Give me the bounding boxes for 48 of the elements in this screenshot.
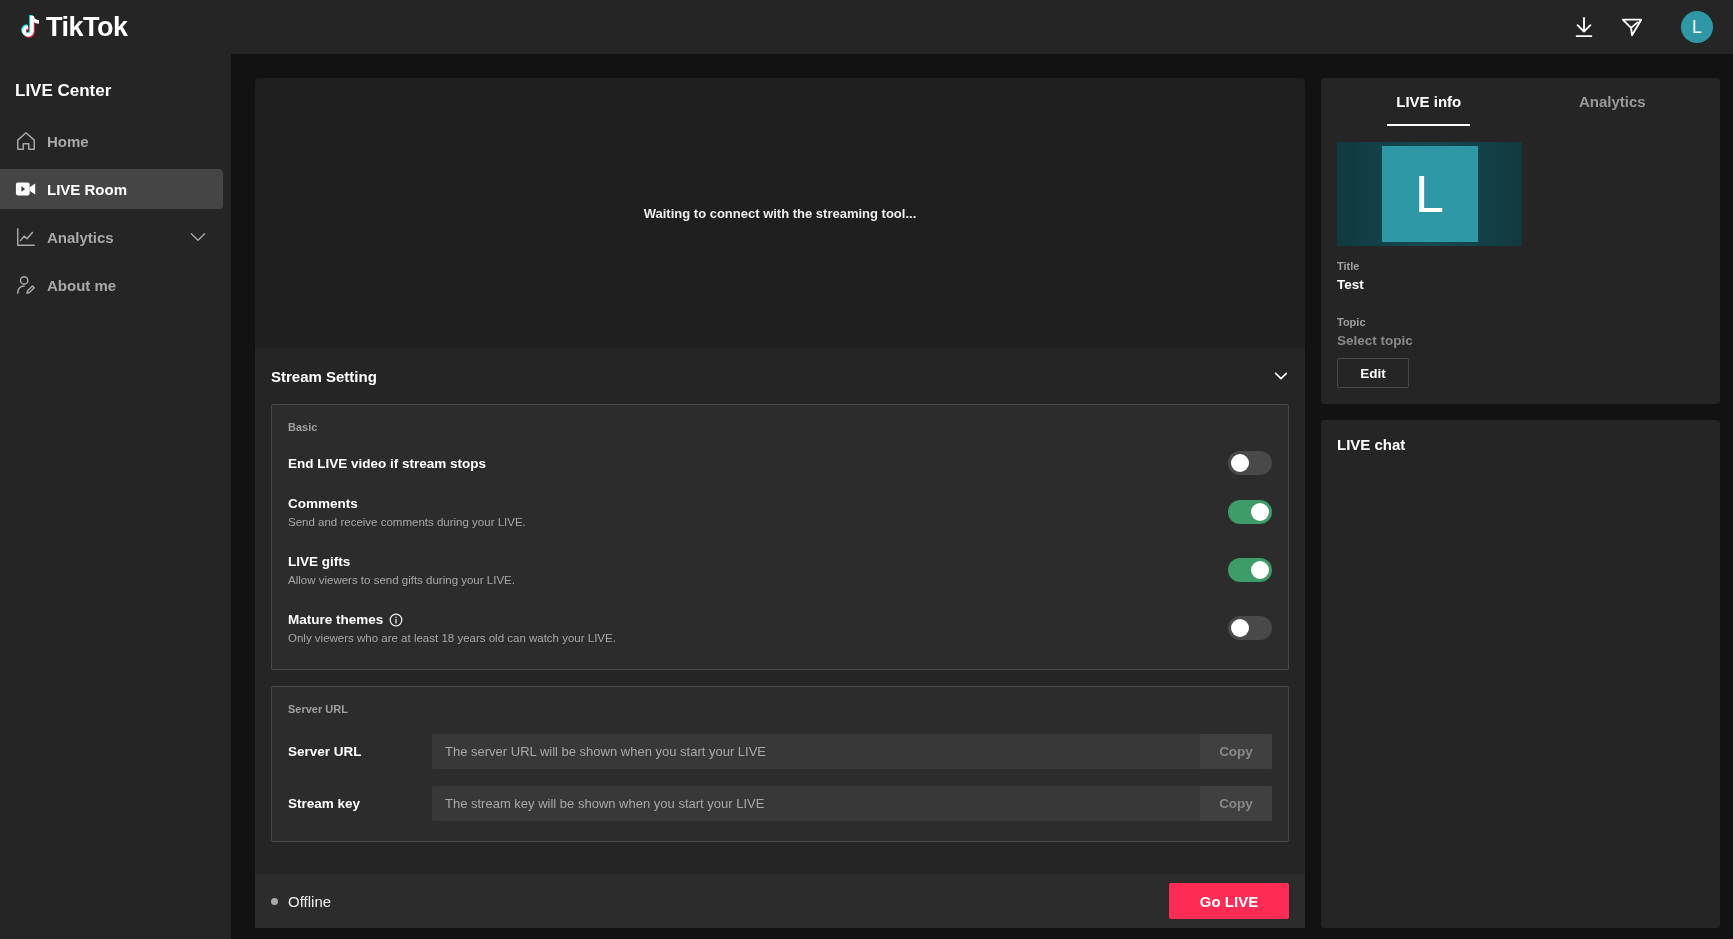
- cover-image[interactable]: L: [1337, 142, 1522, 246]
- chat-title: LIVE chat: [1337, 436, 1407, 453]
- status-dot: [271, 897, 278, 905]
- download-icon[interactable]: [1573, 16, 1595, 38]
- setting-description: Send and receive comments during your LIVE.: [288, 516, 526, 528]
- send-icon[interactable]: [1621, 16, 1643, 38]
- setting-description: Only viewers who are at least 18 years old can watch your LIVE.: [288, 632, 616, 644]
- read-only-field[interactable]: The server URL will be shown when you start your LIVE Copy: [432, 733, 1272, 769]
- field-label: Title: [1337, 260, 1361, 272]
- setting-label: LIVE gifts: [288, 554, 351, 569]
- home-icon: [15, 130, 37, 152]
- sidebar-item[interactable]: About me: [0, 265, 223, 305]
- copy-button[interactable]: Copy: [1200, 733, 1272, 769]
- topic-value[interactable]: Select topic: [1337, 333, 1704, 348]
- music-note-logo-icon: [20, 14, 42, 40]
- toggle-switch[interactable]: [1228, 616, 1272, 640]
- preview-message: Waiting to connect with the streaming tool...: [643, 205, 917, 221]
- group-heading: Basic: [288, 421, 319, 433]
- setting-label: Comments: [288, 496, 358, 511]
- tab[interactable]: Analytics: [1569, 78, 1655, 126]
- person-icon: [15, 274, 37, 296]
- info-icon[interactable]: [389, 612, 404, 627]
- setting-description: Allow viewers to send gifts during your LIVE.: [288, 574, 515, 586]
- setting-label: Mature themes: [288, 612, 384, 627]
- copy-button[interactable]: Copy: [1200, 785, 1272, 821]
- cover-letter: L: [1381, 146, 1478, 242]
- sidebar-title: LIVE Center: [14, 81, 113, 101]
- tab[interactable]: LIVE info: [1387, 78, 1471, 126]
- toggle-switch[interactable]: [1228, 500, 1272, 524]
- sidebar-item[interactable]: Analytics: [0, 217, 223, 257]
- sidebar-item[interactable]: Home: [0, 121, 223, 161]
- title-value: Test: [1337, 277, 1365, 292]
- line-chart-icon: [15, 226, 37, 248]
- toggle-switch[interactable]: [1228, 451, 1272, 475]
- field-label: Stream key: [288, 795, 362, 811]
- setting-label: End LIVE video if stream stops: [288, 455, 487, 471]
- go-live-button[interactable]: Go LIVE: [1169, 883, 1289, 919]
- toggle-switch[interactable]: [1228, 558, 1272, 582]
- edit-button[interactable]: Edit: [1337, 358, 1409, 388]
- sidebar-item[interactable]: LIVE Room: [0, 169, 223, 209]
- logo-text[interactable]: TikTok: [46, 11, 128, 43]
- user-avatar[interactable]: L: [1681, 11, 1713, 43]
- group-heading: Server URL: [288, 703, 349, 715]
- status-text: Offline: [288, 892, 332, 910]
- read-only-field[interactable]: The stream key will be shown when you start your LIVE Copy: [432, 785, 1272, 821]
- section-title: Stream Setting: [271, 367, 377, 385]
- field-label: Topic: [1337, 316, 1367, 328]
- field-label: Server URL: [288, 743, 363, 759]
